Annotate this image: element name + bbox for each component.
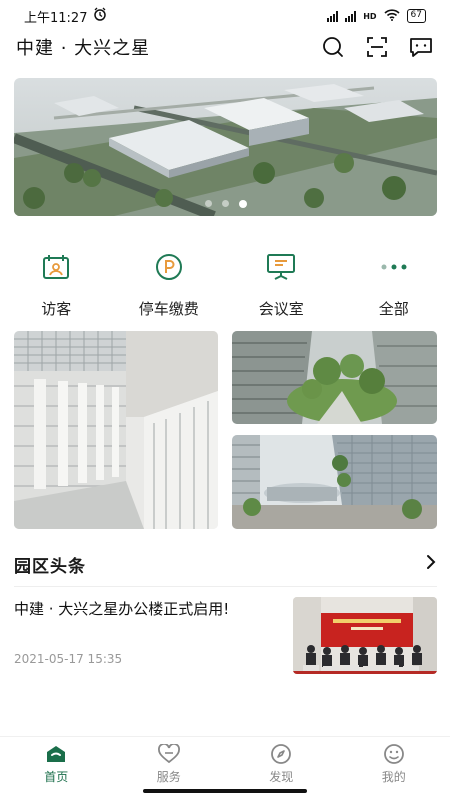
news-list-item[interactable]: 中建 · 大兴之星办公楼正式启用! 2021-05-17 15:35 <box>14 597 437 675</box>
tab-label-home: 首页 <box>44 770 69 784</box>
compass-icon <box>269 743 293 765</box>
divider <box>14 586 437 587</box>
signal-hd-icon <box>345 10 357 22</box>
quick-item-meeting-room[interactable]: 会议室 <box>225 252 338 319</box>
news-section-title: 园区头条 <box>14 556 86 577</box>
news-date: 2021-05-17 15:35 <box>14 652 123 666</box>
news-thumbnail <box>293 597 437 674</box>
home-indicator <box>143 789 307 793</box>
tab-service[interactable]: 服务 <box>113 737 226 786</box>
tab-home[interactable]: 首页 <box>0 737 113 786</box>
status-time: 上午11:27 <box>24 10 88 26</box>
profile-icon <box>382 743 406 765</box>
more-dots-icon <box>379 252 409 282</box>
quick-label-meeting-room: 会议室 <box>258 300 304 318</box>
carousel-indicator <box>14 200 437 208</box>
quick-item-all[interactable]: 全部 <box>338 252 450 319</box>
quick-label-all: 全部 <box>378 300 409 318</box>
quick-item-parking[interactable]: 停车缴费 <box>113 252 226 319</box>
carousel-dot[interactable] <box>204 200 212 207</box>
promo-image-courtyard[interactable] <box>232 331 437 424</box>
quick-label-parking: 停车缴费 <box>138 300 199 318</box>
alarm-icon <box>93 7 107 25</box>
tab-profile[interactable]: 我的 <box>338 737 450 786</box>
meeting-room-icon <box>266 252 296 282</box>
news-headline: 中建 · 大兴之星办公楼正式启用! <box>14 600 230 618</box>
app-header: 中建 · 大兴之星 <box>0 32 450 62</box>
wifi-icon <box>383 8 400 24</box>
interior-photo <box>14 331 218 529</box>
carousel-dot-active[interactable] <box>238 200 247 208</box>
bottom-tab-bar: 首页 服务 发现 我的 <box>0 736 450 786</box>
promo-image-building[interactable] <box>232 435 437 529</box>
heart-icon <box>157 743 181 765</box>
status-right: HD 67 <box>327 8 426 24</box>
header-actions <box>320 34 434 60</box>
status-bar: 上午11:27 HD 67 <box>0 0 450 32</box>
battery-level: 67 <box>410 10 422 20</box>
banner-carousel[interactable] <box>14 78 437 216</box>
building-photo <box>232 435 437 529</box>
tab-discover[interactable]: 发现 <box>225 737 338 786</box>
banner-image <box>14 78 437 216</box>
signal-icon <box>327 10 339 22</box>
quick-label-visitor: 访客 <box>41 300 72 318</box>
carousel-dot[interactable] <box>221 200 229 207</box>
status-left: 上午11:27 <box>24 7 107 26</box>
tab-label-service: 服务 <box>156 770 181 784</box>
event-photo <box>293 597 437 674</box>
courtyard-photo <box>232 331 437 424</box>
home-icon <box>44 743 68 765</box>
scan-icon[interactable] <box>364 34 390 60</box>
quick-item-visitor[interactable]: 访客 <box>0 252 113 319</box>
parking-icon <box>154 252 184 282</box>
quick-menu: 访客 停车缴费 会议室 全部 <box>0 252 450 319</box>
promo-image-interior[interactable] <box>14 331 218 529</box>
news-section-header[interactable]: 园区头条 <box>14 550 437 578</box>
tab-label-discover: 发现 <box>269 770 294 784</box>
battery-icon: 67 <box>406 9 426 23</box>
search-icon[interactable] <box>320 34 346 60</box>
message-icon[interactable] <box>408 34 434 60</box>
network-label: HD <box>363 11 377 21</box>
tab-label-profile: 我的 <box>381 770 406 784</box>
chevron-right-icon[interactable] <box>425 554 437 574</box>
visitor-icon <box>41 252 71 282</box>
page-title: 中建 · 大兴之星 <box>16 38 151 59</box>
